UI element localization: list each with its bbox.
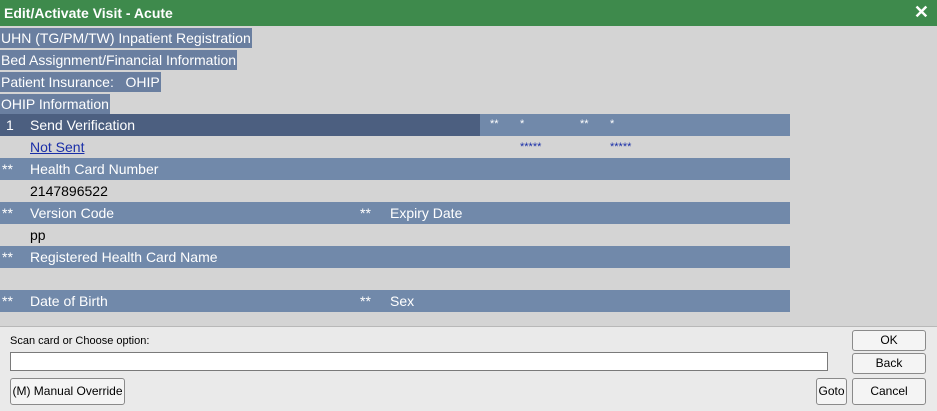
back-button[interactable]: Back [852, 353, 926, 374]
version-expiry-header[interactable]: ** Version Code ** Expiry Date [0, 202, 790, 224]
close-icon[interactable]: ✕ [914, 2, 929, 23]
health-card-number[interactable]: 2147896522 [30, 183, 108, 199]
window-title: Edit/Activate Visit - Acute [4, 5, 173, 21]
version-value-row: pp [0, 224, 790, 246]
registered-name-label: Registered Health Card Name [30, 249, 218, 265]
cancel-button[interactable]: Cancel [852, 378, 926, 405]
marker: * [610, 118, 615, 130]
expiry-date-label: Expiry Date [390, 205, 463, 221]
version-code-value[interactable]: pp [30, 227, 46, 243]
form-content: UHN (TG/PM/TW) Inpatient Registration Be… [0, 26, 937, 326]
command-panel: Scan card or Choose option: OK Back (M) … [0, 326, 937, 411]
scan-input[interactable] [10, 352, 828, 371]
health-card-label: Health Card Number [30, 161, 159, 177]
scan-prompt: Scan card or Choose option: [10, 335, 150, 347]
breadcrumb-bed-assignment: Bed Assignment/Financial Information [0, 50, 238, 70]
registered-name-value-row [0, 268, 790, 290]
ok-button[interactable]: OK [852, 330, 926, 351]
masked-value: ***** [610, 141, 632, 153]
send-verification-header[interactable]: 1 Send Verification ** * ** * [0, 114, 790, 136]
send-status-link[interactable]: Not Sent [30, 139, 84, 155]
dob-sex-header[interactable]: ** Date of Birth ** Sex [0, 290, 790, 312]
masked-value: ***** [520, 141, 542, 153]
health-card-value-row: 2147896522 [0, 180, 790, 202]
marker: * [520, 118, 525, 130]
send-verification-label: Send Verification [30, 117, 136, 133]
row-number: 1 [6, 117, 14, 133]
required-marker: ** [360, 205, 371, 221]
required-marker: ** [360, 293, 371, 309]
registered-name-header[interactable]: ** Registered Health Card Name [0, 246, 790, 268]
required-marker: ** [2, 161, 13, 177]
goto-button[interactable]: Goto [816, 378, 847, 405]
sex-label: Sex [390, 293, 415, 309]
breadcrumb-ohip-information: OHIP Information [0, 94, 110, 114]
required-marker: ** [2, 249, 13, 265]
required-marker: ** [2, 205, 13, 221]
manual-override-button[interactable]: (M) Manual Override [10, 378, 125, 405]
required-marker: ** [580, 118, 589, 130]
required-marker: ** [2, 293, 13, 309]
health-card-header[interactable]: ** Health Card Number [0, 158, 790, 180]
breadcrumb-patient-insurance: Patient Insurance: OHIP [0, 72, 161, 92]
breadcrumb-registration: UHN (TG/PM/TW) Inpatient Registration [0, 28, 252, 48]
title-bar: Edit/Activate Visit - Acute ✕ [0, 0, 937, 26]
date-of-birth-label: Date of Birth [30, 293, 108, 309]
version-code-label: Version Code [30, 205, 115, 221]
send-status-row: Not Sent ***** ***** [0, 136, 790, 158]
required-marker: ** [490, 118, 499, 130]
